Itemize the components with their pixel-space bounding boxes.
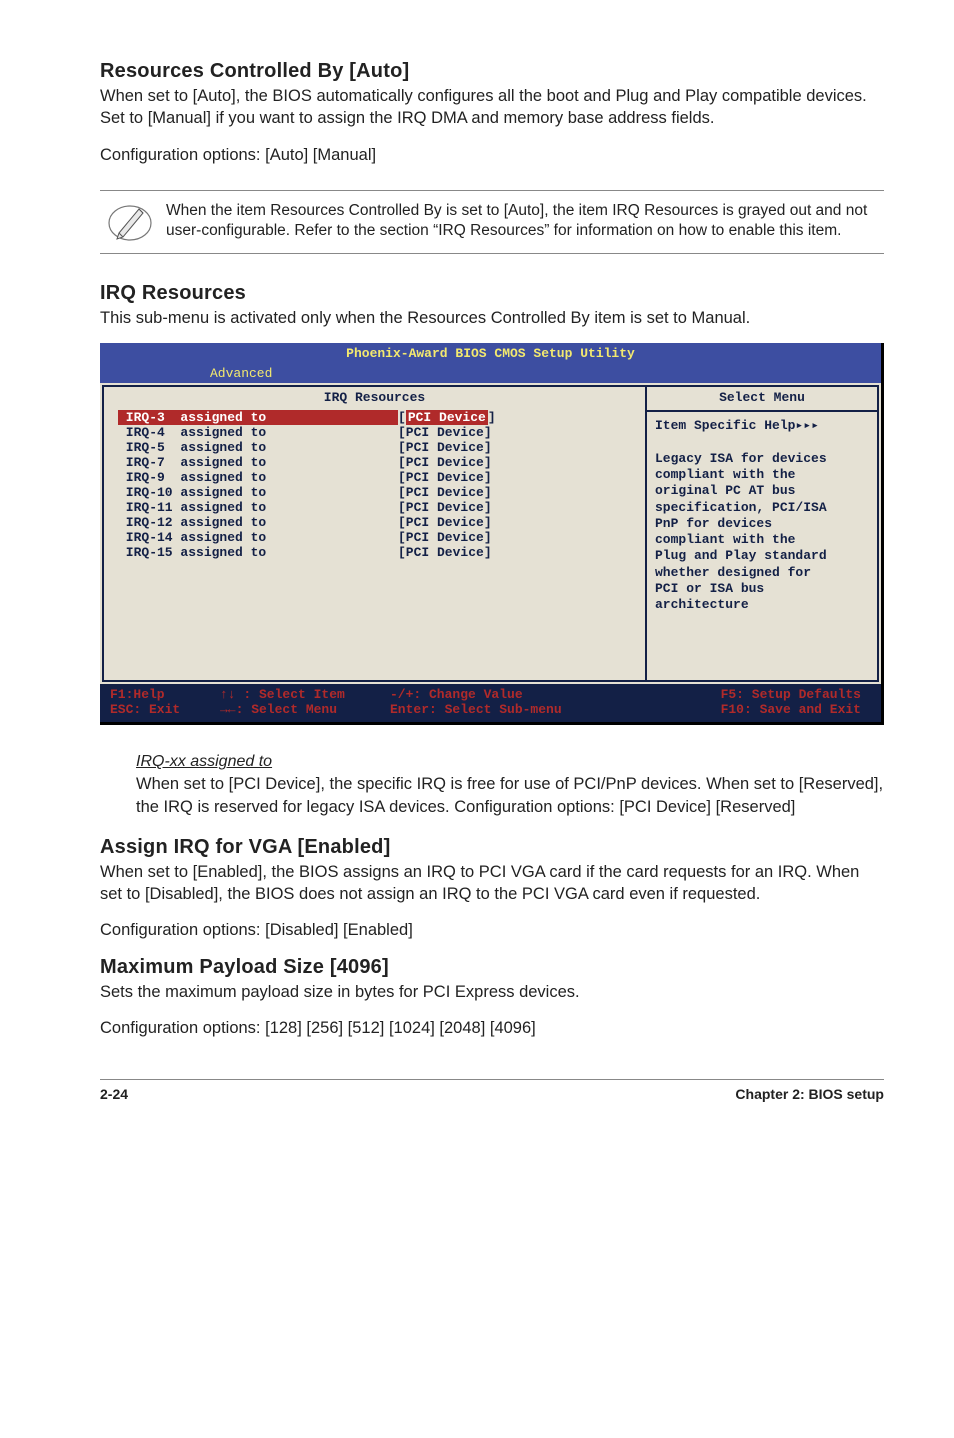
bios-key-save-exit: F10: Save and Exit	[650, 702, 871, 717]
bios-irq-value: [PCI Device]	[398, 455, 492, 470]
bios-irq-label: IRQ-10 assigned to	[118, 485, 398, 500]
bios-irq-value: [PCI Device]	[398, 440, 492, 455]
bios-irq-label: IRQ-15 assigned to	[118, 545, 398, 560]
bios-help-line: compliant with the	[655, 467, 869, 483]
text-rcb-opts: Configuration options: [Auto] [Manual]	[100, 144, 884, 166]
page-number: 2-24	[100, 1086, 128, 1102]
bios-irq-label: IRQ-7 assigned to	[118, 455, 398, 470]
bios-help-line: compliant with the	[655, 532, 869, 548]
bios-irq-label: IRQ-12 assigned to	[118, 515, 398, 530]
text-irqxx-body: When set to [PCI Device], the specific I…	[136, 773, 884, 818]
bios-help-line: whether designed for	[655, 565, 869, 581]
heading-resources-controlled-by: Resources Controlled By [Auto]	[100, 60, 884, 83]
bios-help-panel: Select Menu Item Specific Help▸▸▸ Legacy…	[647, 385, 879, 682]
text-maxpayload-body: Sets the maximum payload size in bytes f…	[100, 981, 884, 1003]
bios-irq-value: [PCI Device]	[398, 545, 492, 560]
bios-key-help: F1:Help	[110, 687, 220, 702]
heading-irq-xx: IRQ-xx assigned to	[136, 753, 884, 771]
bios-irq-row[interactable]: IRQ-4 assigned to [PCI Device]	[118, 425, 645, 440]
bios-panel-title: IRQ Resources	[104, 387, 645, 410]
bios-help-line: specification, PCI/ISA	[655, 500, 869, 516]
chapter-label: Chapter 2: BIOS setup	[735, 1086, 884, 1102]
bios-irq-value: [PCI Device]	[398, 530, 492, 545]
bios-irq-row[interactable]: IRQ-10 assigned to [PCI Device]	[118, 485, 645, 500]
bios-help-line: Item Specific Help▸▸▸	[655, 418, 869, 434]
bios-key-exit: ESC: Exit	[110, 702, 220, 717]
bios-key-select-submenu: Enter: Select Sub-menu	[390, 702, 650, 717]
bios-irq-label: IRQ-14 assigned to	[118, 530, 398, 545]
bios-irq-label: IRQ-3 assigned to	[118, 410, 398, 425]
bios-irq-value: [PCI Device]	[398, 515, 492, 530]
bios-irq-row[interactable]: IRQ-7 assigned to [PCI Device]	[118, 455, 645, 470]
bios-left-panel: IRQ Resources IRQ-3 assigned to [PCI Dev…	[102, 385, 647, 682]
bios-irq-row[interactable]: IRQ-3 assigned to [PCI Device]	[118, 410, 645, 425]
bios-irq-row[interactable]: IRQ-5 assigned to [PCI Device]	[118, 440, 645, 455]
bios-irq-value: [PCI Device]	[398, 485, 492, 500]
note-box: When the item Resources Controlled By is…	[100, 190, 884, 254]
bios-irq-row[interactable]: IRQ-14 assigned to [PCI Device]	[118, 530, 645, 545]
bios-help-line: Legacy ISA for devices	[655, 451, 869, 467]
heading-max-payload: Maximum Payload Size [4096]	[100, 956, 884, 979]
text-irqres-body: This sub-menu is activated only when the…	[100, 307, 884, 329]
bios-irq-row[interactable]: IRQ-11 assigned to [PCI Device]	[118, 500, 645, 515]
bios-irq-value: [PCI Device]	[398, 410, 496, 425]
heading-irq-resources: IRQ Resources	[100, 282, 884, 305]
bios-help-line: architecture	[655, 597, 869, 613]
text-assignvga-body: When set to [Enabled], the BIOS assigns …	[100, 861, 884, 906]
bios-title: Phoenix-Award BIOS CMOS Setup Utility	[100, 343, 881, 364]
bios-help-title: Select Menu	[647, 387, 877, 412]
bios-irq-row[interactable]: IRQ-12 assigned to [PCI Device]	[118, 515, 645, 530]
bios-key-select-menu: →←: Select Menu	[220, 702, 390, 717]
bios-irq-row[interactable]: IRQ-15 assigned to [PCI Device]	[118, 545, 645, 560]
pencil-icon	[100, 199, 160, 245]
bios-irq-label: IRQ-4 assigned to	[118, 425, 398, 440]
bios-irq-label: IRQ-9 assigned to	[118, 470, 398, 485]
bios-irq-value: [PCI Device]	[398, 425, 492, 440]
bios-irq-value: [PCI Device]	[398, 470, 492, 485]
text-maxpayload-opts: Configuration options: [128] [256] [512]…	[100, 1017, 884, 1039]
page-footer: 2-24 Chapter 2: BIOS setup	[100, 1079, 884, 1102]
bios-help-line	[655, 435, 869, 451]
bios-irq-label: IRQ-5 assigned to	[118, 440, 398, 455]
bios-help-line: Plug and Play standard	[655, 548, 869, 564]
bios-help-line: PCI or ISA bus	[655, 581, 869, 597]
note-text: When the item Resources Controlled By is…	[160, 199, 884, 245]
bios-screen: Phoenix-Award BIOS CMOS Setup Utility Ad…	[100, 343, 884, 725]
bios-key-setup-defaults: F5: Setup Defaults	[650, 687, 871, 702]
bios-key-change-value: -/+: Change Value	[390, 687, 650, 702]
bios-help-line: PnP for devices	[655, 516, 869, 532]
text-rcb-body: When set to [Auto], the BIOS automatical…	[100, 85, 884, 130]
bios-key-select-item: ↑↓ : Select Item	[220, 687, 390, 702]
bios-help-line: original PC AT bus	[655, 483, 869, 499]
heading-assign-irq-vga: Assign IRQ for VGA [Enabled]	[100, 836, 884, 859]
bios-footer: F1:Help ↑↓ : Select Item -/+: Change Val…	[100, 684, 881, 722]
text-assignvga-opts: Configuration options: [Disabled] [Enabl…	[100, 919, 884, 941]
bios-irq-row[interactable]: IRQ-9 assigned to [PCI Device]	[118, 470, 645, 485]
bios-irq-label: IRQ-11 assigned to	[118, 500, 398, 515]
bios-tab-row: Advanced	[100, 364, 881, 383]
bios-tab-advanced[interactable]: Advanced	[210, 366, 272, 381]
bios-irq-value: [PCI Device]	[398, 500, 492, 515]
